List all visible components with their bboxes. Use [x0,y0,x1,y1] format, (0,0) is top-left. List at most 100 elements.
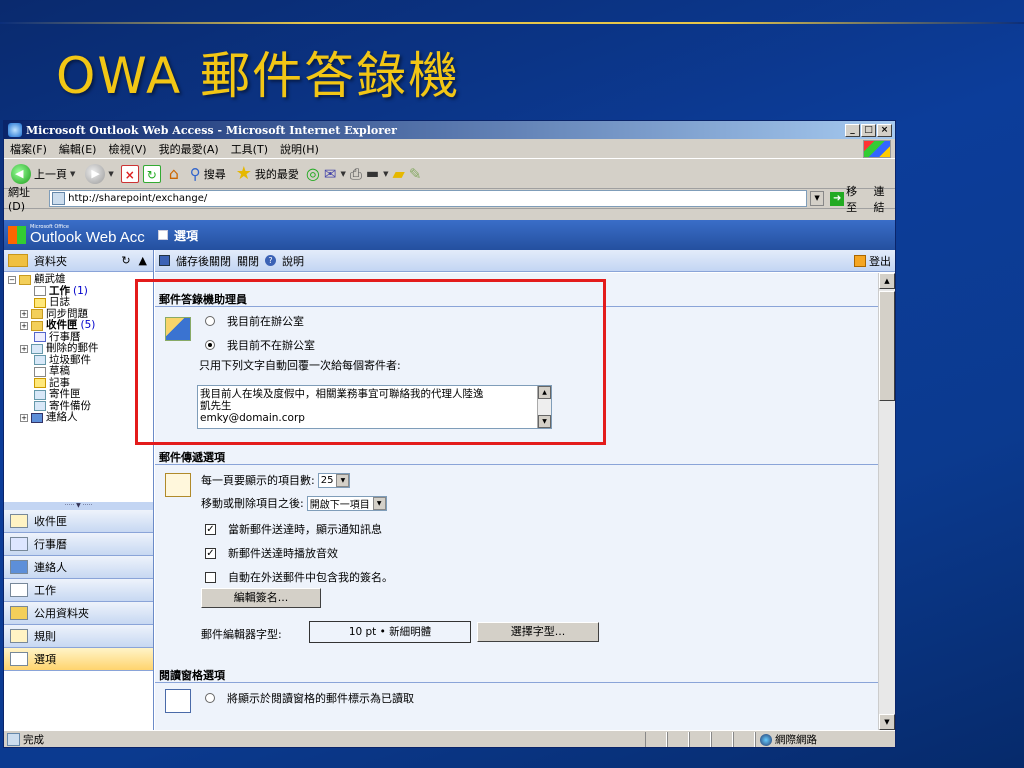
notify-checkbox[interactable]: ✓ [205,523,216,535]
after-move-select[interactable]: 開啟下一項目 ▼ [306,495,387,511]
favorites-button[interactable]: ★ 我的最愛 [233,163,302,184]
signature-checkbox[interactable] [205,571,216,583]
nav-inbox[interactable]: 收件匣 [4,510,153,533]
options-scrollbar[interactable]: ▲ ▼ [878,273,895,730]
tree-item-contacts[interactable]: + 連絡人 [8,411,153,424]
nav-tasks[interactable]: 工作 [4,579,153,602]
tree-item-junk[interactable]: 垃圾郵件 [8,354,153,367]
tree-item-journal[interactable]: 日誌 [8,296,153,309]
scroll-up-icon[interactable]: ▲ [879,273,895,289]
save-close-button[interactable]: 儲存後關閉 [176,253,231,269]
tree-item-sent[interactable]: 寄件匣 [8,388,153,401]
expand-toggle[interactable]: + [20,310,28,319]
nav-calendar[interactable]: 行事曆 [4,533,153,556]
chevron-down-icon[interactable]: ▼ [108,170,113,178]
tree-item-deleted[interactable]: + 刪除的郵件 [8,342,153,355]
back-label: 上一頁 [34,167,67,181]
stop-icon[interactable]: × [120,164,139,183]
chevron-down-icon[interactable]: ▼ [70,170,75,178]
help-button[interactable]: 說明 [282,253,304,269]
links-button[interactable]: 連結 [874,183,895,215]
field-label: 每一頁要顯示的項目數: [201,474,315,487]
mark-read-option[interactable]: 將顯示於閱讀窗格的郵件標示為已讀取 [205,690,414,706]
note-icon [34,378,46,389]
chevron-down-icon[interactable]: ▼ [336,473,350,487]
slide-title: OWA 郵件答錄機 [56,47,461,105]
notify-new-option[interactable]: ✓ 當新郵件送達時，顯示通知訊息 [205,521,382,537]
edit-icon[interactable]: ▬ [366,166,379,182]
menu-favorites[interactable]: 我的最愛(A) [159,141,219,157]
chevron-down-icon[interactable]: ▼ [372,496,386,510]
favorites-label: 我的最愛 [254,167,299,181]
research-icon[interactable]: ✎ [409,165,422,183]
print-icon[interactable]: ⎙ [350,165,362,183]
scroll-down-icon[interactable]: ▼ [879,714,895,730]
sound-new-option[interactable]: ✓ 新郵件送達時播放音效 [205,545,338,561]
go-button[interactable]: ➜ 移至 [827,183,870,215]
tree-root[interactable]: − 顧武雄 [8,273,153,286]
tree-count: (5) [80,319,96,331]
owa-header: Microsoft Office Outlook Web Acc 選項 [4,220,895,250]
nav-public-folders[interactable]: 公用資料夾 [4,602,153,625]
choose-font-button[interactable]: 選擇字型... [477,622,599,642]
nav-options[interactable]: 選項 [4,648,153,671]
scroll-thumb[interactable] [879,291,895,401]
radio-mark-read[interactable] [205,693,215,703]
expand-toggle[interactable]: + [20,413,28,422]
page-icon [7,733,20,746]
nav-rules[interactable]: 規則 [4,625,153,648]
mail-icon[interactable]: ✉ [324,165,337,183]
sound-checkbox[interactable]: ✓ [205,547,216,559]
items-per-page-select[interactable]: 25 ▼ [317,472,351,488]
option-label: 新郵件送達時播放音效 [228,547,338,560]
menu-help[interactable]: 說明(H) [280,141,319,157]
chevron-down-icon[interactable]: ▼ [383,170,388,178]
tree-item-tasks[interactable]: 工作 (1) [8,285,153,298]
minimize-button[interactable]: _ [845,123,860,137]
expand-toggle[interactable]: + [20,344,28,353]
tree-item-sent-backup[interactable]: 寄件備份 [8,400,153,413]
folder-header-label: 資料夾 [34,254,67,268]
tree-label: 收件匣 [46,319,78,331]
refresh-icon[interactable]: ↻ [142,164,161,183]
nav-label: 收件匣 [34,515,67,528]
back-button[interactable]: 上一頁 ▼ [8,163,78,184]
folder-icon[interactable]: ▰ [393,164,405,183]
close-options-button[interactable]: 關閉 [237,253,259,269]
nav-contacts[interactable]: 連絡人 [4,556,153,579]
auto-signature-option[interactable]: 自動在外送郵件中包含我的簽名。 [205,569,393,585]
back-arrow-icon [11,163,31,184]
tree-item-inbox[interactable]: + 收件匣 (5) [8,319,153,332]
window-titlebar[interactable]: Microsoft Outlook Web Access - Microsoft… [4,121,895,139]
highlight-frame [135,279,606,445]
envelope-icon [165,473,191,497]
address-dropdown[interactable]: ▼ [809,191,825,206]
close-button[interactable]: × [877,123,892,137]
home-icon[interactable]: ⌂ [165,164,183,183]
nav-label: 連絡人 [34,561,67,574]
junk-icon [34,355,46,366]
status-bar: 完成 網際網路 [4,730,895,747]
menu-view[interactable]: 檢視(V) [108,141,146,157]
page-icon [52,192,66,205]
forward-button[interactable]: ▼ [82,163,116,184]
edit-signature-button[interactable]: 編輯簽名... [201,588,321,608]
menu-tools[interactable]: 工具(T) [231,141,268,157]
logoff-button[interactable]: 登出 [854,253,891,269]
menu-edit[interactable]: 編輯(E) [59,141,97,157]
pane-splitter[interactable]: ····· ▼ ····· [4,502,153,510]
search-button[interactable]: ⚲ 搜尋 [187,165,229,183]
chevron-down-icon[interactable]: ▼ [340,170,345,178]
expand-toggle[interactable]: + [20,321,28,330]
save-icon [159,255,170,266]
menu-file[interactable]: 檔案(F) [10,141,47,157]
maximize-button[interactable]: □ [861,123,876,137]
status-cell [667,731,689,747]
collapse-icon[interactable]: ▲ [139,254,147,267]
tree-item-drafts[interactable]: 草稿 [8,365,153,378]
refresh-icon[interactable]: ↻ [121,254,130,267]
contacts-icon [10,560,28,574]
media-icon[interactable]: ◎ [306,164,320,183]
address-input[interactable]: http://sharepoint/exchange/ [49,190,807,207]
collapse-toggle[interactable]: − [8,275,16,284]
